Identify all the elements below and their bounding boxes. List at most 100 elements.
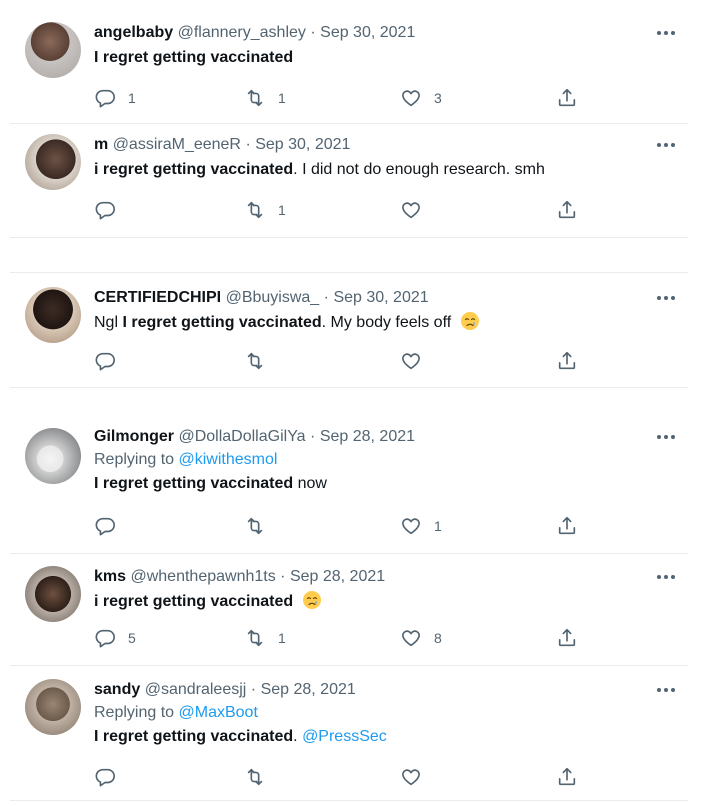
separator: · xyxy=(323,289,329,306)
handle[interactable]: @whenthepawnh1ts xyxy=(130,568,275,585)
tweet-date[interactable]: Sep 30, 2021 xyxy=(333,289,428,306)
like-button[interactable]: 8 xyxy=(400,626,442,650)
reply-icon xyxy=(94,515,116,537)
tweet-header: kms @whenthepawnh1ts · Sep 28, 2021 xyxy=(94,566,678,588)
like-button[interactable] xyxy=(400,765,434,789)
tweet-header: angelbaby @flannery_ashley · Sep 30, 202… xyxy=(94,22,678,44)
reply-button[interactable] xyxy=(94,765,128,789)
tweet-text-bold: I regret getting vaccinated xyxy=(94,49,294,66)
mention-link[interactable]: @PressSec xyxy=(302,728,387,745)
share-button[interactable] xyxy=(556,198,578,222)
share-button[interactable] xyxy=(556,514,578,538)
tweet-text-rest: . xyxy=(293,728,303,745)
retweet-button[interactable]: 1 xyxy=(244,626,286,650)
like-button[interactable] xyxy=(400,198,434,222)
tweet-text: I regret getting vaccinated xyxy=(94,46,678,70)
tweet-text-rest: now xyxy=(293,475,327,492)
display-name[interactable]: CERTIFIEDCHIPI xyxy=(94,289,221,306)
handle[interactable]: @sandraleesjj xyxy=(145,681,247,698)
share-icon xyxy=(556,627,578,649)
tweet-text-pre: Ngl xyxy=(94,314,123,331)
reply-icon xyxy=(94,766,116,788)
separator: · xyxy=(245,136,251,153)
tweet-date[interactable]: Sep 28, 2021 xyxy=(320,428,415,445)
reply-button[interactable] xyxy=(94,198,128,222)
avatar[interactable] xyxy=(25,287,81,343)
share-button[interactable] xyxy=(556,86,578,110)
like-count: 1 xyxy=(434,518,442,534)
reply-button[interactable]: 1 xyxy=(94,86,136,110)
retweet-icon xyxy=(244,766,266,788)
tweet-date[interactable]: Sep 28, 2021 xyxy=(290,568,385,585)
tweet[interactable]: m @assiraM_eeneR · Sep 30, 2021 i regret… xyxy=(10,134,688,238)
like-count: 3 xyxy=(434,90,442,106)
more-icon[interactable] xyxy=(654,291,678,305)
tweet-text-bold: i regret getting vaccinated xyxy=(94,161,294,178)
tweet[interactable]: sandy @sandraleesjj · Sep 28, 2021 Reply… xyxy=(10,679,688,801)
retweet-button[interactable]: 1 xyxy=(244,198,286,222)
share-button[interactable] xyxy=(556,349,578,373)
reply-button[interactable] xyxy=(94,514,128,538)
reply-button[interactable]: 5 xyxy=(94,626,136,650)
replying-to-link[interactable]: @kiwithesmol xyxy=(179,451,278,468)
replying-to-link[interactable]: @MaxBoot xyxy=(179,704,258,721)
tweet-actions xyxy=(94,765,594,789)
share-button[interactable] xyxy=(556,765,578,789)
like-button[interactable] xyxy=(400,349,434,373)
handle[interactable]: @Bbuyiswa_ xyxy=(226,289,320,306)
replying-to: Replying to @MaxBoot xyxy=(94,701,678,725)
avatar[interactable] xyxy=(25,428,81,484)
tweet[interactable]: CERTIFIEDCHIPI @Bbuyiswa_ · Sep 30, 2021… xyxy=(10,287,688,388)
tweet-text-rest: . My body feels off xyxy=(321,314,452,331)
retweet-button[interactable] xyxy=(244,349,278,373)
retweet-button[interactable] xyxy=(244,765,278,789)
tweet-date[interactable]: Sep 30, 2021 xyxy=(320,24,415,41)
retweet-icon xyxy=(244,350,266,372)
like-button[interactable]: 3 xyxy=(400,86,442,110)
separator: · xyxy=(250,681,257,698)
tweet-actions: 5 1 8 xyxy=(94,626,594,650)
display-name[interactable]: angelbaby xyxy=(94,24,173,41)
separator: · xyxy=(280,568,286,585)
avatar[interactable] xyxy=(25,22,81,78)
retweet-button[interactable] xyxy=(244,514,278,538)
retweet-button[interactable]: 1 xyxy=(244,86,286,110)
share-icon xyxy=(556,87,578,109)
more-icon[interactable] xyxy=(654,430,678,444)
reply-button[interactable] xyxy=(94,349,128,373)
share-icon xyxy=(556,199,578,221)
crying-face-emoji xyxy=(302,590,322,610)
tweet-actions: 1 xyxy=(94,514,594,538)
handle[interactable]: @flannery_ashley xyxy=(178,24,306,41)
tweet-header: m @assiraM_eeneR · Sep 30, 2021 xyxy=(94,134,678,156)
avatar[interactable] xyxy=(25,134,81,190)
more-icon[interactable] xyxy=(654,26,678,40)
tweet[interactable]: angelbaby @flannery_ashley · Sep 30, 202… xyxy=(10,20,688,124)
handle[interactable]: @DollaDollaGilYa xyxy=(178,428,305,445)
separator: · xyxy=(310,24,316,41)
tweet-date[interactable]: Sep 30, 2021 xyxy=(255,136,350,153)
tweet[interactable]: kms @whenthepawnh1ts · Sep 28, 2021 i re… xyxy=(10,566,688,666)
more-icon[interactable] xyxy=(654,570,678,584)
avatar[interactable] xyxy=(25,679,81,735)
display-name[interactable]: kms xyxy=(94,568,126,585)
reply-icon xyxy=(94,87,116,109)
avatar[interactable] xyxy=(25,566,81,622)
share-button[interactable] xyxy=(556,626,578,650)
more-icon[interactable] xyxy=(654,138,678,152)
display-name[interactable]: sandy xyxy=(94,681,140,698)
heart-icon xyxy=(400,199,422,221)
divider xyxy=(10,272,688,273)
handle[interactable]: @assiraM_eeneR xyxy=(113,136,241,153)
tweet-text: I regret getting vaccinated. @PressSec xyxy=(94,725,678,749)
share-icon xyxy=(556,350,578,372)
reply-icon xyxy=(94,627,116,649)
more-icon[interactable] xyxy=(654,683,678,697)
display-name[interactable]: Gilmonger xyxy=(94,428,174,445)
tweet-actions: 1 1 3 xyxy=(94,86,594,110)
display-name[interactable]: m xyxy=(94,136,108,153)
tweet[interactable]: Gilmonger @DollaDollaGilYa · Sep 28, 202… xyxy=(10,426,688,554)
tweet-date[interactable]: Sep 28, 2021 xyxy=(261,681,356,698)
heart-icon xyxy=(400,515,422,537)
like-button[interactable]: 1 xyxy=(400,514,442,538)
